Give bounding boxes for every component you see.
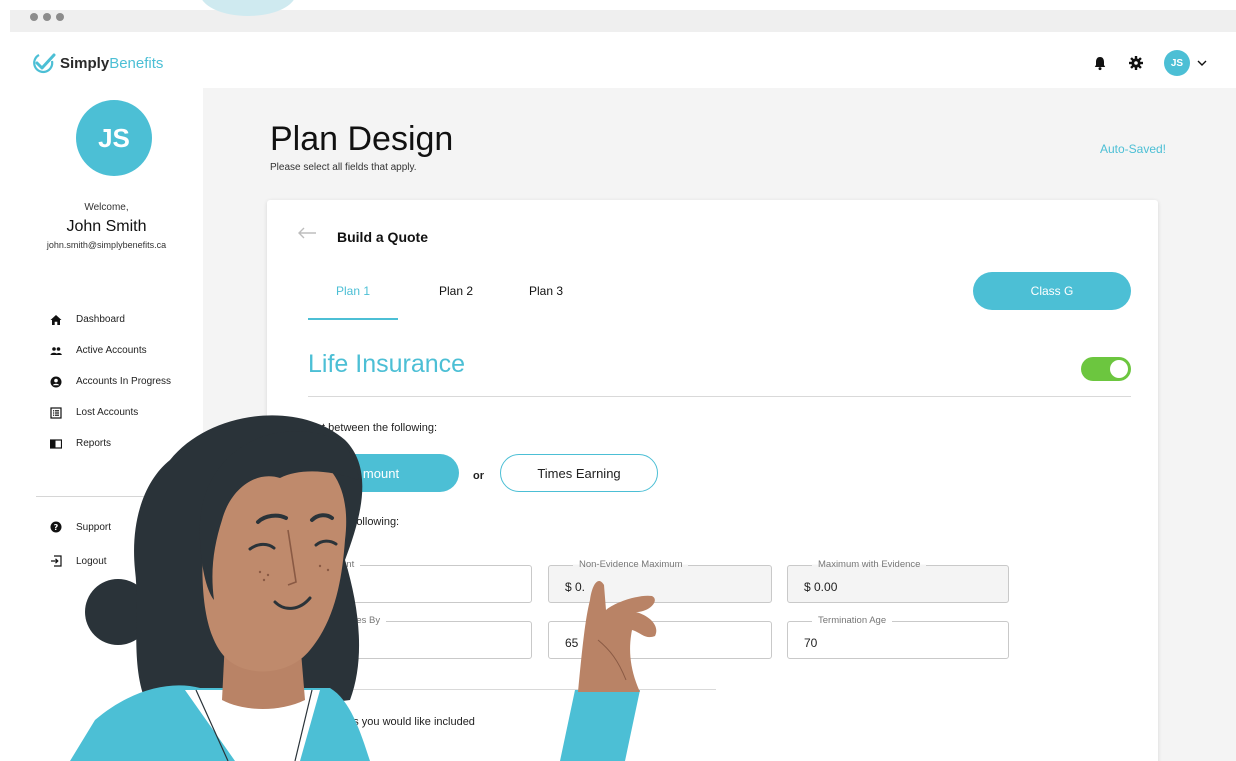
user-avatar[interactable]: JS — [1164, 50, 1190, 76]
select-instruction: lect between the following: — [308, 422, 438, 434]
maximum-with-evidence-field[interactable]: Maximum with Evidence $ 0.00 — [787, 559, 1009, 603]
sidebar-item-dashboard[interactable]: Dashboard — [50, 304, 171, 335]
sidebar-item-lost-accounts[interactable]: Lost Accounts — [50, 397, 171, 428]
tab-plan-2[interactable]: Plan 2 — [426, 284, 486, 320]
sidebar-item-logout[interactable]: Logout — [50, 544, 111, 578]
sidebar-item-accounts-in-progress[interactable]: Accounts In Progress — [50, 366, 171, 397]
field-value: .00 — [327, 580, 344, 594]
brand-name-part1: Simply — [60, 54, 110, 72]
or-label: or — [473, 470, 484, 482]
app-window: Simply Benefits JS JS Welcome, John Smit… — [10, 32, 1236, 761]
sidebar-divider — [36, 496, 203, 497]
bell-icon[interactable] — [1092, 55, 1108, 71]
window-controls — [30, 13, 64, 21]
page-title: Plan Design — [270, 120, 454, 158]
class-select-button[interactable]: Class G — [973, 272, 1131, 310]
times-earning-option-button[interactable]: Times Earning — [500, 454, 658, 492]
subsection-divider — [308, 689, 716, 690]
sidebar-item-active-accounts[interactable]: Active Accounts — [50, 335, 171, 366]
tab-plan-3[interactable]: Plan 3 — [516, 284, 576, 320]
reduction-age-field[interactable]: 65 — [548, 621, 772, 659]
brand-logo[interactable]: Simply Benefits — [32, 52, 163, 74]
sidebar-item-label: Accounts In Progress — [76, 376, 172, 387]
main-content: Plan Design Please select all fields tha… — [203, 88, 1236, 761]
sidebar-item-label: Dashboard — [76, 314, 125, 325]
people-icon — [50, 346, 62, 355]
field-label: duces By — [335, 615, 387, 626]
sidebar-bottom-nav: ? Support Logout — [50, 510, 111, 578]
life-insurance-toggle[interactable] — [1081, 357, 1131, 381]
tab-plan-1[interactable]: Plan 1 — [308, 284, 398, 320]
header-actions: JS — [1092, 50, 1208, 76]
checkmark-logo-icon — [33, 53, 56, 73]
sidebar-item-label: Reports — [76, 438, 112, 449]
field-label: Maximum with Evidence — [812, 559, 927, 570]
section-title: Life Insurance — [308, 350, 466, 378]
amount-field[interactable]: unt .00 — [310, 559, 532, 603]
window-dot[interactable] — [43, 13, 51, 21]
field-label: Termination Age — [812, 615, 893, 626]
plan-tabs: Plan 1 Plan 2 Plan 3 — [308, 284, 576, 320]
app-root: Simply Benefits JS JS Welcome, John Smit… — [0, 0, 1236, 761]
sidebar-item-label: Logout — [76, 555, 107, 567]
help-icon: ? — [50, 521, 62, 533]
sidebar: JS Welcome, John Smith john.smith@simply… — [10, 88, 203, 761]
sidebar-item-reports[interactable]: Reports — [50, 428, 171, 459]
section-divider — [308, 396, 1131, 397]
home-icon — [50, 314, 62, 325]
welcome-text: Welcome, — [84, 202, 129, 213]
toggle-knob — [1110, 360, 1128, 378]
field-value: $ 0.00 — [804, 580, 838, 594]
quote-card: Build a Quote Plan 1 Plan 2 Plan 3 Class… — [267, 200, 1158, 761]
page-subtitle: Please select all fields that apply. — [270, 162, 417, 173]
user-name: John Smith — [66, 218, 147, 235]
autosave-status: Auto-Saved! — [1099, 142, 1166, 156]
field-label: unt — [335, 559, 361, 570]
user-circle-icon — [50, 376, 62, 387]
back-arrow-icon[interactable] — [297, 226, 317, 240]
reduces-by-field[interactable]: duces By — [310, 615, 532, 659]
window-dot[interactable] — [56, 13, 64, 21]
card-title: Build a Quote — [337, 229, 428, 245]
window-dot[interactable] — [30, 13, 38, 21]
book-icon — [50, 438, 62, 449]
brand-name-part2: Benefits — [109, 54, 164, 72]
sidebar-item-label: Active Accounts — [76, 345, 147, 356]
field-value: $ 0. — [565, 580, 586, 594]
chevron-down-icon[interactable] — [1196, 57, 1208, 69]
termination-age-field[interactable]: Termination Age 70 — [787, 615, 1009, 659]
svg-text:?: ? — [54, 523, 59, 532]
sidebar-item-label: Support — [76, 521, 112, 533]
list-icon — [50, 406, 62, 419]
field-value: 65 — [565, 636, 579, 650]
user-email: john.smith@simplybenefits.ca — [46, 240, 167, 250]
amount-option-button[interactable]: mount — [303, 454, 459, 492]
logout-icon — [51, 555, 62, 567]
gear-icon[interactable] — [1128, 55, 1144, 71]
field-value: 70 — [804, 636, 818, 650]
field-label: Non-Evidence Maximum — [573, 559, 689, 570]
sidebar-nav: Dashboard Active Accounts Accounts In Pr… — [50, 304, 171, 459]
included-items-instruction: t the items you would like included — [308, 716, 475, 728]
sidebar-item-label: Lost Accounts — [76, 407, 139, 418]
browser-chrome — [10, 10, 1236, 32]
non-evidence-maximum-field[interactable]: Non-Evidence Maximum $ 0. — [548, 559, 772, 603]
complete-instruction: plete the following: — [308, 516, 400, 528]
sidebar-item-support[interactable]: ? Support — [50, 510, 111, 544]
profile-avatar[interactable]: JS — [76, 100, 152, 176]
